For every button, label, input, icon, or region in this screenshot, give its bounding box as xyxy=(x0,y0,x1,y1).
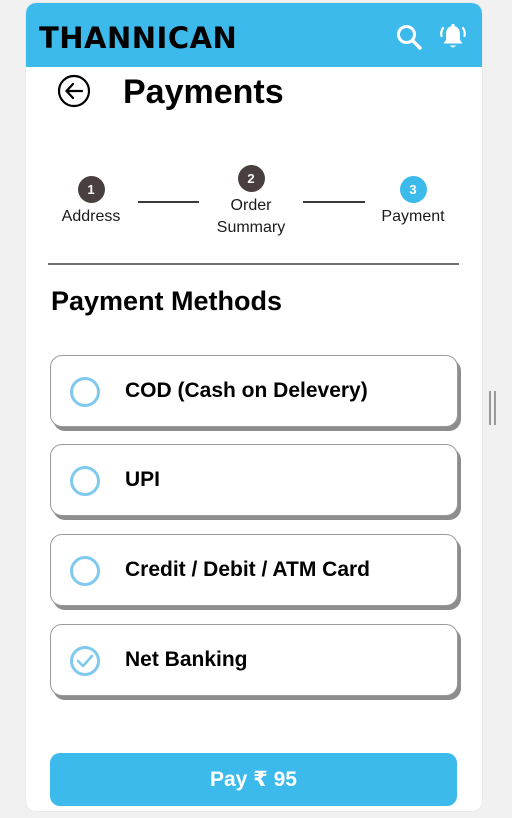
step-number-badge: 3 xyxy=(399,176,427,203)
step-payment: 3 Payment xyxy=(376,176,450,228)
radio-button[interactable] xyxy=(70,377,100,407)
search-icon[interactable] xyxy=(392,20,426,54)
step-label: Address xyxy=(61,208,121,225)
pay-button[interactable]: Pay ₹ 95 xyxy=(50,753,457,806)
brand-logo-text: THANNICAN xyxy=(39,21,238,55)
payment-method-net-banking[interactable]: Net Banking xyxy=(50,624,458,696)
radio-button[interactable] xyxy=(70,466,100,496)
step-number-badge: 2 xyxy=(237,165,265,192)
app-bar: THANNICAN xyxy=(26,3,482,67)
payment-method-card[interactable]: Credit / Debit / ATM Card xyxy=(50,534,458,606)
phone-screen: THANNICAN Payments 1 Address 2 Order Sum… xyxy=(26,3,482,811)
back-arrow-icon[interactable] xyxy=(57,74,91,108)
bell-icon[interactable] xyxy=(436,20,470,54)
step-order-summary: 2 Order Summary xyxy=(206,165,296,239)
payment-method-label: COD (Cash on Delevery) xyxy=(125,379,368,402)
step-label: Order Summary xyxy=(216,197,286,236)
page-title: Payments xyxy=(123,73,284,111)
step-label: Payment xyxy=(381,208,445,225)
radio-button[interactable] xyxy=(70,556,100,586)
section-title: Payment Methods xyxy=(51,286,283,316)
radio-button-selected[interactable] xyxy=(70,646,100,676)
payment-method-label: UPI xyxy=(125,468,161,491)
divider xyxy=(48,263,459,265)
payment-method-label: Credit / Debit / ATM Card xyxy=(125,558,371,581)
step-number-badge: 1 xyxy=(77,176,105,203)
payment-method-upi[interactable]: UPI xyxy=(50,444,458,516)
step-connector xyxy=(138,201,199,203)
payment-method-label: Net Banking xyxy=(125,648,248,671)
payment-method-cod[interactable]: COD (Cash on Delevery) xyxy=(50,355,458,427)
check-icon xyxy=(76,654,94,668)
scrollbar-handle[interactable] xyxy=(489,391,497,425)
step-connector xyxy=(303,201,365,203)
step-address: 1 Address xyxy=(56,176,126,228)
